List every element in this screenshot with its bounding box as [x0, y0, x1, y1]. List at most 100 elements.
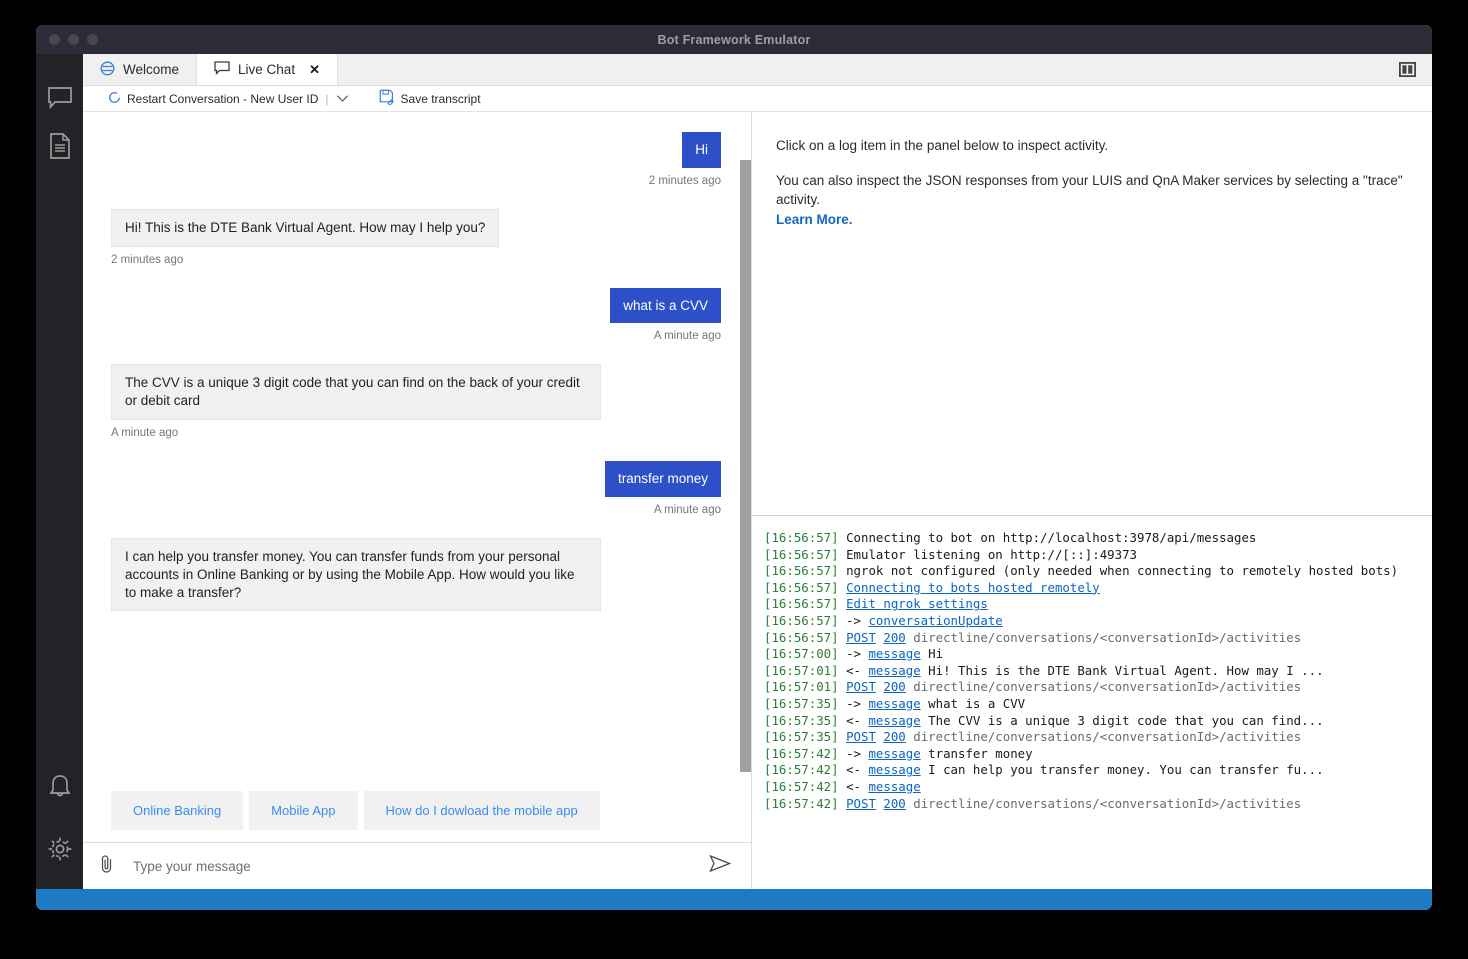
log-link[interactable]: message — [868, 746, 920, 761]
log-link[interactable]: message — [868, 663, 920, 678]
chat-message: The CVV is a unique 3 digit code that yo… — [111, 364, 721, 439]
tab-live-chat[interactable]: Live Chat ✕ — [197, 54, 338, 85]
right-pane: Click on a log item in the panel below t… — [752, 112, 1432, 889]
log-timestamp: [16:57:01] — [764, 662, 839, 678]
log-link[interactable]: Connecting to bots hosted remotely — [846, 580, 1100, 595]
minimize-window-button[interactable] — [68, 34, 79, 45]
content-split: Hi 2 minutes ago Hi! This is the DTE Ban… — [83, 112, 1432, 889]
title-bar: Bot Framework Emulator — [36, 25, 1432, 54]
log-link[interactable]: 200 — [883, 796, 905, 811]
message-composer — [83, 842, 751, 889]
log-link[interactable]: POST — [846, 729, 876, 744]
log-line[interactable]: [16:57:42] <- message — [764, 779, 1420, 796]
log-link[interactable]: message — [868, 696, 920, 711]
log-timestamp: [16:57:00] — [764, 646, 839, 662]
log-link[interactable]: conversationUpdate — [868, 613, 1002, 628]
log-text: Connecting to bot on http://localhost:39… — [846, 530, 1257, 545]
log-timestamp: [16:56:57] — [764, 612, 839, 628]
rail-item-settings[interactable] — [36, 827, 83, 889]
log-timestamp: [16:56:57] — [764, 579, 839, 595]
log-line[interactable]: [16:57:42] -> message transfer money — [764, 746, 1420, 763]
log-text: Hi! This is the DTE Bank Virtual Agent. … — [928, 662, 1324, 678]
save-transcript-label: Save transcript — [400, 91, 481, 106]
chevron-down-icon[interactable] — [336, 92, 349, 106]
log-line[interactable]: [16:56:57] -> conversationUpdate — [764, 613, 1420, 630]
log-timestamp: [16:56:57] — [764, 546, 839, 562]
log-line[interactable]: [16:57:42] <- message I can help you tra… — [764, 762, 1420, 779]
close-window-button[interactable] — [49, 34, 60, 45]
save-transcript-button[interactable]: Save transcript — [379, 89, 481, 108]
log-line[interactable]: [16:56:57] ngrok not configured (only ne… — [764, 563, 1420, 580]
log-timestamp: [16:56:57] — [764, 596, 839, 612]
log-link[interactable]: Edit ngrok settings — [846, 596, 988, 611]
log-timestamp: [16:56:57] — [764, 563, 839, 579]
log-link[interactable]: POST — [846, 796, 876, 811]
log-text: ngrok not configured (only needed when c… — [846, 563, 1399, 579]
log-line[interactable]: [16:57:35] <- message The CVV is a uniqu… — [764, 713, 1420, 730]
log-link[interactable]: message — [868, 646, 920, 661]
restart-conversation-button[interactable]: Restart Conversation - New User ID — [108, 91, 318, 107]
log-line[interactable]: [16:57:42] POST 200 directline/conversat… — [764, 796, 1420, 813]
message-bubble: transfer money — [604, 461, 721, 497]
chat-message: Hi! This is the DTE Bank Virtual Agent. … — [111, 208, 721, 266]
rail-item-notifications[interactable] — [36, 765, 83, 827]
rail-item-transcripts[interactable] — [36, 124, 83, 172]
maximize-window-button[interactable] — [87, 34, 98, 45]
message-timestamp: A minute ago — [653, 503, 721, 516]
log-link[interactable]: 200 — [883, 729, 905, 744]
suggested-action-mobile-app[interactable]: Mobile App — [249, 791, 358, 830]
suggested-action-download-mobile-app[interactable]: How do I dowload the mobile app — [363, 791, 600, 830]
save-disk-icon — [379, 89, 395, 108]
message-bubble: Hi! This is the DTE Bank Virtual Agent. … — [111, 208, 500, 247]
log-timestamp: [16:57:01] — [764, 679, 839, 695]
inspector-spacer — [776, 156, 1408, 171]
log-timestamp: [16:57:42] — [764, 795, 839, 811]
chat-message: I can help you transfer money. You can t… — [111, 537, 721, 612]
log-text: directline/conversations/<conversationId… — [913, 729, 1302, 745]
chat-message: transfer money A minute ago — [111, 461, 721, 516]
log-link[interactable]: POST — [846, 679, 876, 694]
log-timestamp: [16:57:42] — [764, 762, 839, 778]
tab-live-chat-label: Live Chat — [238, 62, 296, 77]
rail-item-live-chat[interactable] — [36, 76, 83, 124]
log-line[interactable]: [16:57:35] POST 200 directline/conversat… — [764, 729, 1420, 746]
paperclip-icon[interactable] — [99, 854, 115, 879]
window-controls — [49, 25, 98, 54]
log-line[interactable]: [16:56:57] Emulator listening on http://… — [764, 547, 1420, 564]
log-panel[interactable]: [16:56:57] Connecting to bot on http://l… — [752, 516, 1432, 889]
document-icon — [49, 132, 71, 164]
log-link[interactable]: message — [868, 779, 920, 794]
inspector-hint-primary: Click on a log item in the panel below t… — [776, 138, 1109, 153]
window-title: Bot Framework Emulator — [657, 32, 811, 47]
log-timestamp: [16:57:35] — [764, 712, 839, 728]
tab-welcome[interactable]: Welcome — [83, 54, 198, 85]
message-bubble: The CVV is a unique 3 digit code that yo… — [111, 364, 601, 421]
log-line[interactable]: [16:56:57] Connecting to bot on http://l… — [764, 530, 1420, 547]
message-input[interactable] — [115, 857, 709, 875]
log-line[interactable]: [16:56:57] POST 200 directline/conversat… — [764, 630, 1420, 647]
close-icon[interactable]: ✕ — [309, 62, 320, 78]
send-arrow-icon[interactable] — [709, 854, 732, 877]
chat-scrollbar[interactable] — [740, 160, 751, 772]
message-bubble: what is a CVV — [610, 287, 721, 324]
log-line[interactable]: [16:57:01] POST 200 directline/conversat… — [764, 679, 1420, 696]
learn-more-link[interactable]: Learn More. — [776, 212, 853, 227]
suggested-action-online-banking[interactable]: Online Banking — [111, 791, 244, 830]
log-link[interactable]: POST — [846, 630, 876, 645]
log-link[interactable]: message — [868, 713, 920, 728]
split-panel-icon[interactable] — [1391, 54, 1424, 85]
message-timestamp: 2 minutes ago — [648, 174, 721, 187]
log-link[interactable]: message — [868, 762, 920, 777]
log-line[interactable]: [16:57:00] -> message Hi — [764, 646, 1420, 663]
message-timestamp: 2 minutes ago — [111, 253, 184, 266]
log-timestamp: [16:56:57] — [764, 629, 839, 645]
log-line[interactable]: [16:56:57] Edit ngrok settings — [764, 596, 1420, 613]
log-line[interactable]: [16:56:57] Connecting to bots hosted rem… — [764, 580, 1420, 597]
window-body: Welcome Live Chat ✕ Restart Conversation… — [36, 54, 1432, 889]
log-link[interactable]: 200 — [883, 679, 905, 694]
log-link[interactable]: 200 — [883, 630, 905, 645]
suggested-actions: Online Banking Mobile App How do I dowlo… — [83, 781, 751, 842]
log-line[interactable]: [16:57:35] -> message what is a CVV — [764, 696, 1420, 713]
main-area: Welcome Live Chat ✕ Restart Conversation… — [83, 54, 1432, 889]
log-line[interactable]: [16:57:01] <- message Hi! This is the DT… — [764, 663, 1420, 680]
